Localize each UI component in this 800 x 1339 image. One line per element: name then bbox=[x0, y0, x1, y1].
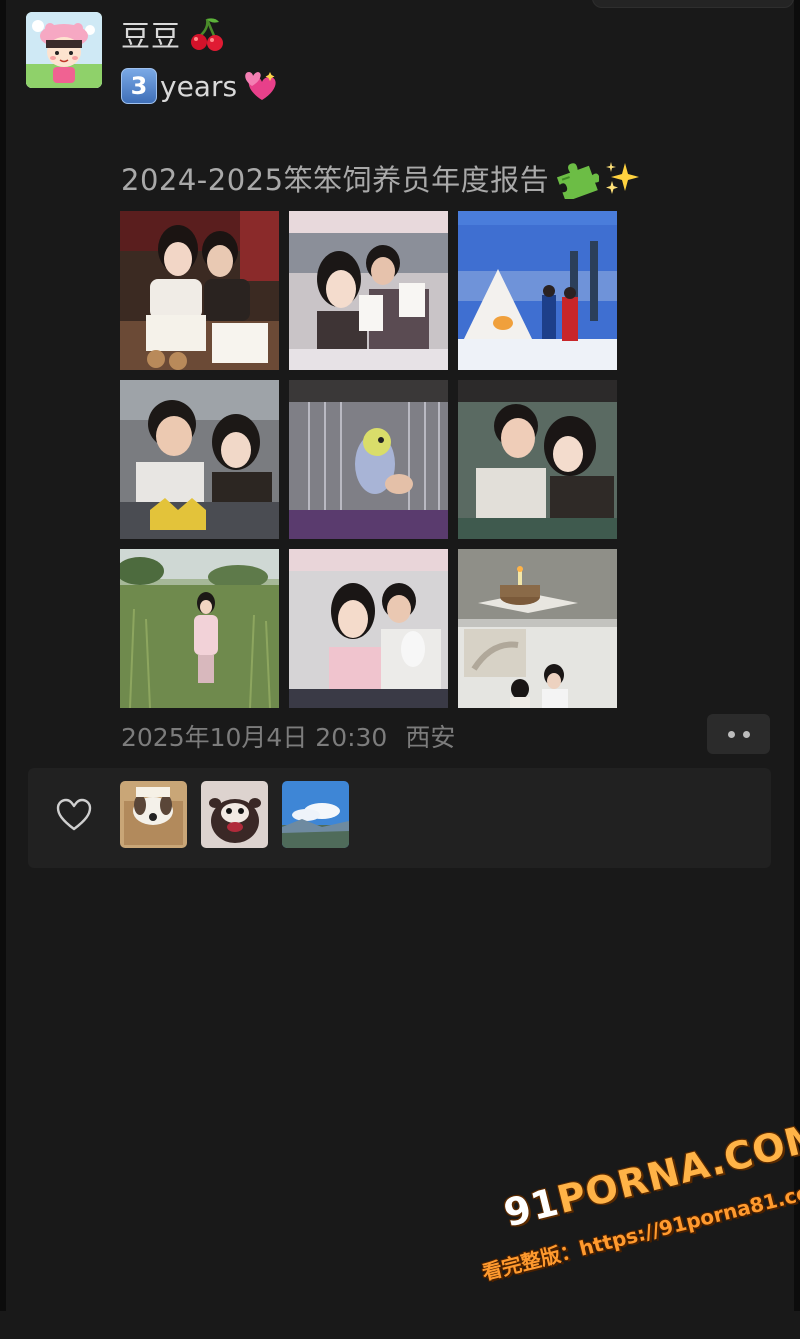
photo-grid bbox=[120, 211, 617, 708]
likes-panel bbox=[28, 768, 771, 868]
nickname-row: 豆豆 bbox=[121, 14, 227, 54]
photo-4-couple-outdoor[interactable] bbox=[120, 380, 279, 539]
user-avatar[interactable] bbox=[26, 12, 102, 88]
frame-edge-left bbox=[0, 0, 6, 1311]
sparkle-icon bbox=[606, 162, 640, 194]
photo-3-snow-tent[interactable] bbox=[458, 211, 617, 370]
heart-outline-icon bbox=[56, 798, 92, 831]
post-title-row: 2024-2025笨笨饲养员年度报告 bbox=[121, 156, 641, 200]
photo-8-couple-bird[interactable] bbox=[289, 549, 448, 708]
more-dot-right bbox=[742, 730, 750, 738]
avatar-cartoon-image bbox=[26, 12, 102, 88]
tagline-row: 3 years bbox=[121, 66, 280, 106]
photo-1-couple-restaurant[interactable] bbox=[120, 211, 279, 370]
post-date: 2025年10月4日 20:30 bbox=[121, 723, 388, 752]
photo-7-girl-field[interactable] bbox=[120, 549, 279, 708]
post-title: 2024-2025笨笨饲养员年度报告 bbox=[121, 163, 550, 197]
watermark: 91PORNA.COM 看完整版：https://91porna81.com bbox=[446, 1101, 800, 1339]
top-pill bbox=[592, 0, 794, 8]
more-dot-left bbox=[727, 730, 735, 738]
photo-2-couple-event[interactable] bbox=[289, 211, 448, 370]
keycap-three-icon: 3 bbox=[121, 68, 157, 104]
frame-edge-right bbox=[794, 0, 800, 1311]
post-location[interactable]: 西安 bbox=[405, 718, 455, 754]
cherry-icon bbox=[191, 18, 224, 51]
photo-5-parrot[interactable] bbox=[289, 380, 448, 539]
watermark-logo-number: 91 bbox=[499, 1179, 564, 1236]
tagline-text: years bbox=[160, 69, 238, 103]
hearts-icon bbox=[245, 72, 276, 100]
nickname[interactable]: 豆豆 bbox=[121, 13, 181, 55]
puzzle-icon bbox=[557, 163, 600, 199]
photo-9-birthday-cake[interactable] bbox=[458, 549, 617, 708]
photo-6-couple-selfie[interactable] bbox=[458, 380, 617, 539]
more-options-button[interactable] bbox=[707, 714, 770, 754]
liker-avatar-2[interactable] bbox=[201, 781, 268, 848]
liker-avatar-1[interactable] bbox=[120, 781, 187, 848]
post-meta: 2025年10月4日 20:30 西安 bbox=[121, 716, 455, 756]
liker-avatar-3[interactable] bbox=[282, 781, 349, 848]
